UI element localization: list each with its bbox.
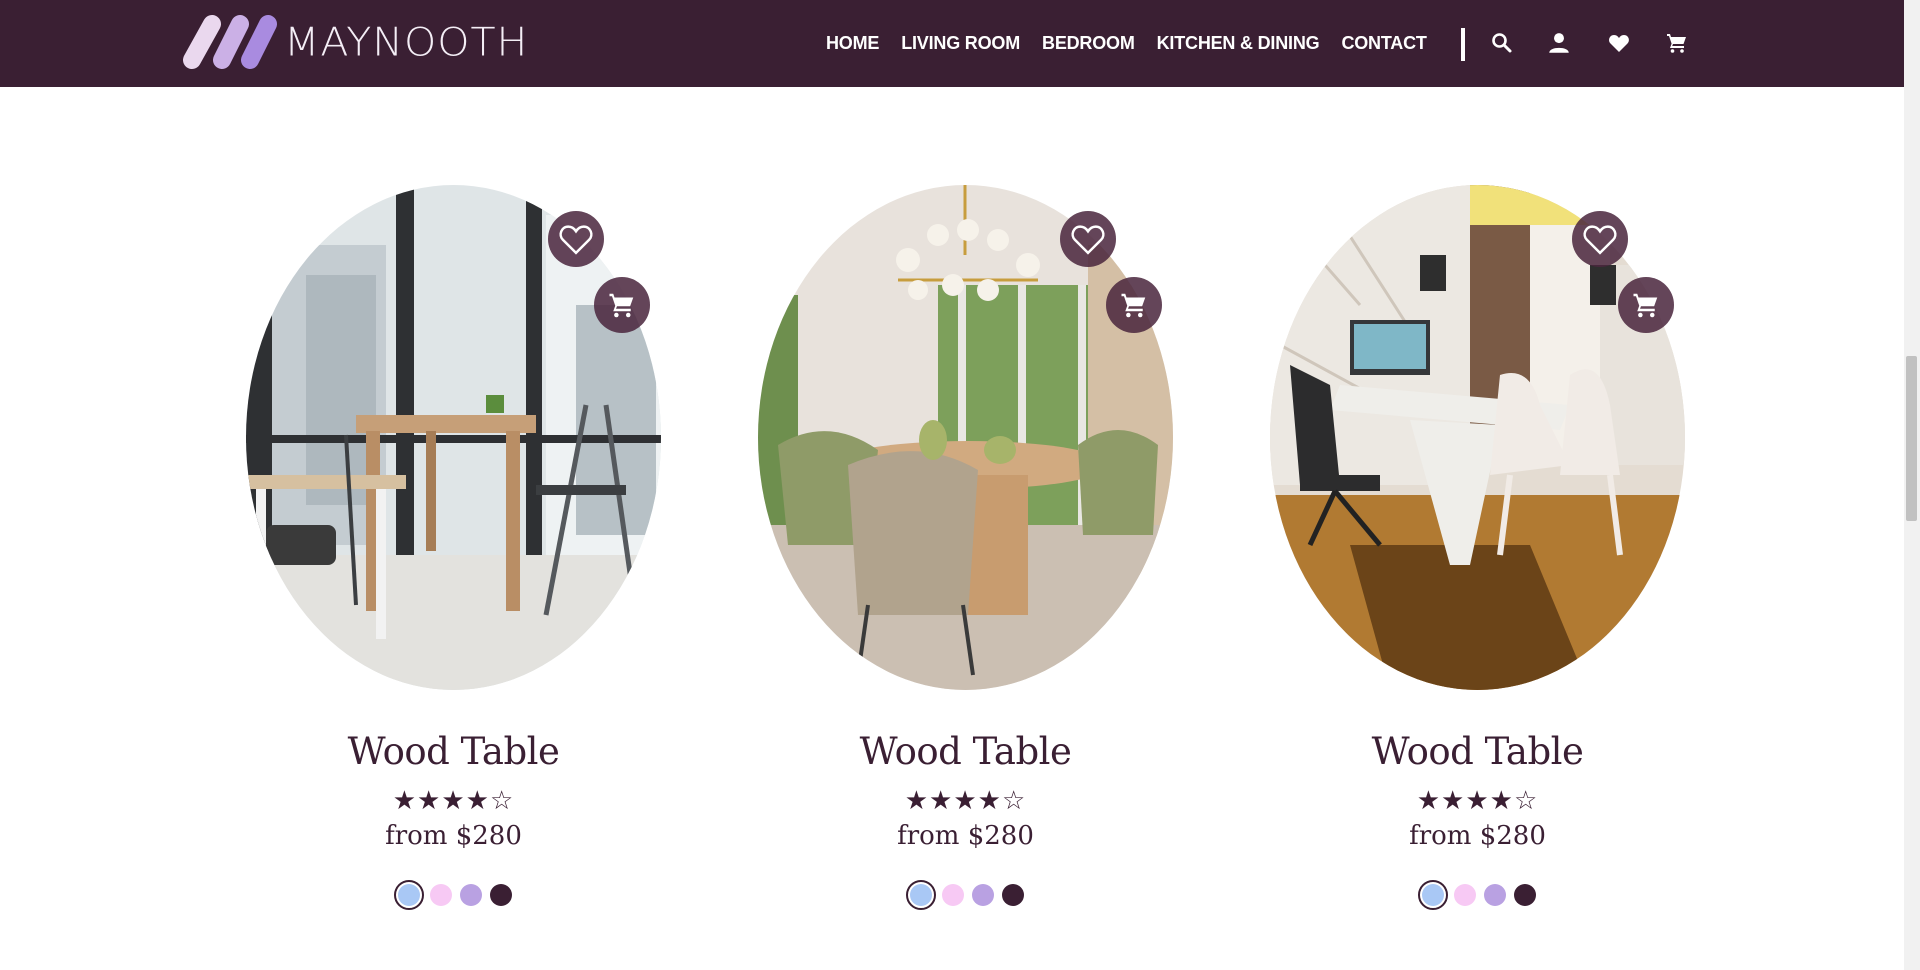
color-swatches xyxy=(758,880,1173,910)
nav-link-kitchen-dining[interactable]: KITCHEN & DINING xyxy=(1157,33,1320,54)
product-rating: ★★★★☆ xyxy=(904,786,1027,816)
brand-name: MAYNOOTH xyxy=(284,18,529,65)
cart-icon[interactable] xyxy=(1662,28,1692,58)
product-image[interactable] xyxy=(246,185,661,690)
swatch-lavender[interactable] xyxy=(1483,884,1506,906)
add-to-cart-button[interactable] xyxy=(1618,277,1674,333)
nav-link-living-room[interactable]: LIVING ROOM xyxy=(901,33,1020,54)
product-name[interactable]: Wood Table xyxy=(1270,730,1685,773)
product-price: from $280 xyxy=(385,821,522,851)
swatch-plum[interactable] xyxy=(1001,884,1024,906)
product-card: Wood Table ★★★★☆ from $280 xyxy=(246,185,666,915)
cart-icon xyxy=(1633,293,1658,318)
product-card: Wood Table ★★★★☆ from $280 xyxy=(1270,185,1690,915)
nav-link-bedroom[interactable]: BEDROOM xyxy=(1042,33,1135,54)
swatch-pink[interactable] xyxy=(941,884,964,906)
top-navbar: MAYNOOTH HOME LIVING ROOM BEDROOM KITCHE… xyxy=(0,0,1904,87)
cart-icon xyxy=(609,293,634,318)
swatch-lavender[interactable] xyxy=(971,884,994,906)
add-to-wishlist-button[interactable] xyxy=(1060,211,1116,267)
product-image[interactable] xyxy=(758,185,1173,690)
heart-outline-icon xyxy=(559,225,593,255)
nav-divider xyxy=(1461,28,1465,61)
product-rating: ★★★★☆ xyxy=(1416,786,1539,816)
cart-icon xyxy=(1121,293,1146,318)
add-to-wishlist-button[interactable] xyxy=(548,211,604,267)
product-rating: ★★★★☆ xyxy=(392,786,515,816)
swatch-pink[interactable] xyxy=(1453,884,1476,906)
user-icon[interactable] xyxy=(1544,28,1574,58)
color-swatches xyxy=(246,880,661,910)
product-price: from $280 xyxy=(897,821,1034,851)
nav-link-contact[interactable]: CONTACT xyxy=(1341,33,1426,54)
scrollbar-thumb[interactable] xyxy=(1906,356,1917,521)
swatch-blue[interactable] xyxy=(1417,880,1448,910)
logo-mark-icon xyxy=(183,15,277,69)
swatch-blue[interactable] xyxy=(393,880,424,910)
nav-link-home[interactable]: HOME xyxy=(826,33,879,54)
heart-icon[interactable] xyxy=(1604,28,1634,58)
product-image[interactable] xyxy=(1270,185,1685,690)
product-card: Wood Table ★★★★☆ from $280 xyxy=(758,185,1178,915)
swatch-plum[interactable] xyxy=(1513,884,1536,906)
swatch-pink[interactable] xyxy=(429,884,452,906)
add-to-cart-button[interactable] xyxy=(594,277,650,333)
main-nav: HOME LIVING ROOM BEDROOM KITCHEN & DININ… xyxy=(826,0,1449,87)
product-price: from $280 xyxy=(1409,821,1546,851)
swatch-lavender[interactable] xyxy=(459,884,482,906)
product-name[interactable]: Wood Table xyxy=(246,730,661,773)
swatch-plum[interactable] xyxy=(489,884,512,906)
heart-outline-icon xyxy=(1071,225,1105,255)
add-to-wishlist-button[interactable] xyxy=(1572,211,1628,267)
add-to-cart-button[interactable] xyxy=(1106,277,1162,333)
product-name[interactable]: Wood Table xyxy=(758,730,1173,773)
search-icon[interactable] xyxy=(1487,28,1517,58)
swatch-blue[interactable] xyxy=(905,880,936,910)
heart-outline-icon xyxy=(1583,225,1617,255)
brand-logo[interactable]: MAYNOOTH xyxy=(178,12,528,72)
color-swatches xyxy=(1270,880,1685,910)
